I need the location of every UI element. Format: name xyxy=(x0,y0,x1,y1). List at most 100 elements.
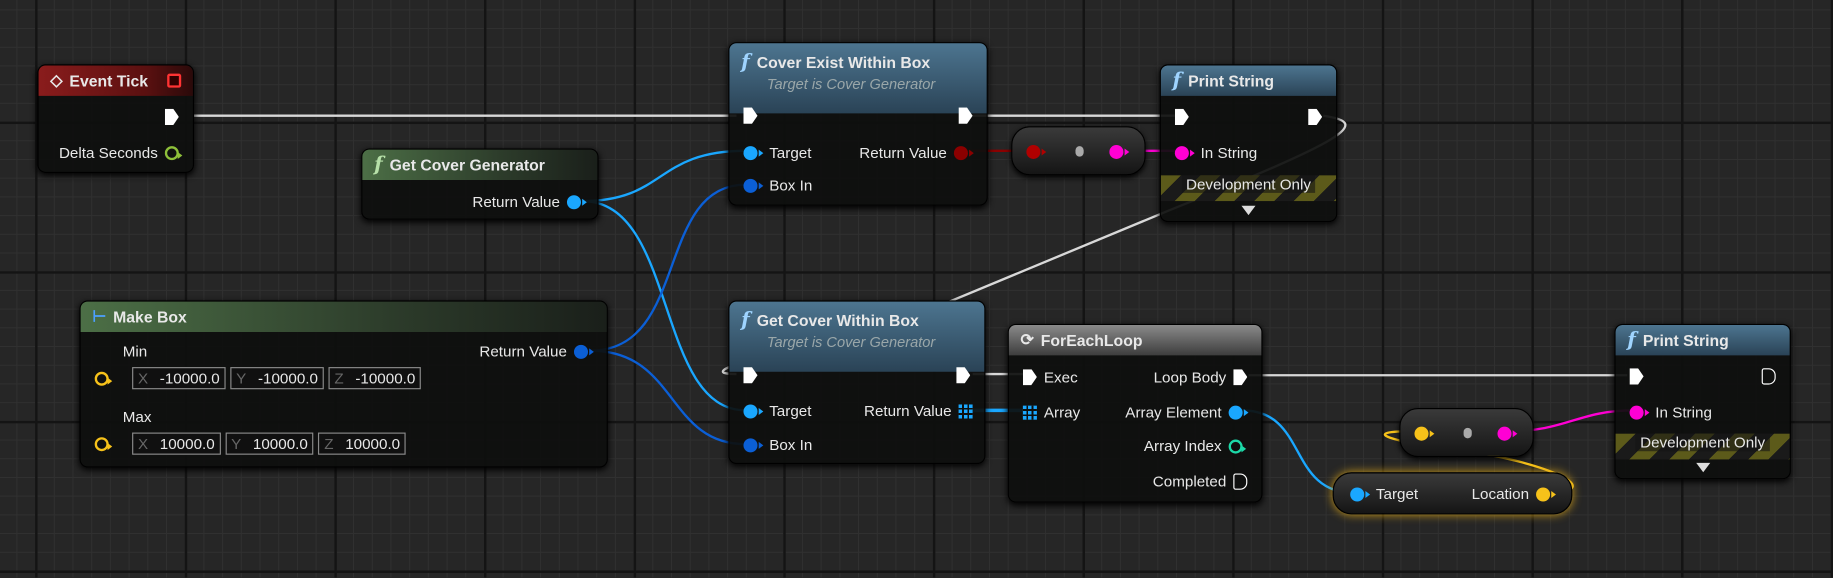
min-x-field[interactable]: X -10000.0 xyxy=(132,367,226,390)
max-z-field[interactable]: Z 10000.0 xyxy=(318,432,406,455)
function-icon: f xyxy=(374,153,383,177)
development-only-banner: Development Only xyxy=(1160,175,1337,202)
pin-label: Target xyxy=(769,143,812,162)
pin-label: Target xyxy=(769,402,812,420)
pin-label: Return Value xyxy=(859,143,947,162)
pin-label: Location xyxy=(1471,485,1530,503)
node-title: ForEachLoop xyxy=(1040,331,1143,349)
completed-pin[interactable] xyxy=(1233,472,1248,490)
expand-arrow-icon[interactable] xyxy=(1241,205,1256,216)
target-pin[interactable] xyxy=(743,145,764,160)
node-title: Make Box xyxy=(113,308,187,326)
exec-in-pin[interactable] xyxy=(1629,368,1644,385)
delta-seconds-pin[interactable] xyxy=(164,145,183,160)
function-icon: f xyxy=(1627,328,1636,352)
development-only-banner: Development Only xyxy=(1615,433,1790,460)
return-value-pin[interactable] xyxy=(566,194,587,209)
function-icon: f xyxy=(741,50,750,74)
exec-out-pin[interactable] xyxy=(1761,368,1776,385)
wire-target-1 xyxy=(582,149,746,203)
box-in-pin[interactable] xyxy=(743,178,764,193)
return-array-pin[interactable] xyxy=(958,403,973,418)
vector-to-string-node[interactable] xyxy=(1399,407,1534,458)
get-cover-within-box-node[interactable]: f Get Cover Within Box Target is Cover Gen… xyxy=(728,300,986,465)
node-title: Get Cover Generator xyxy=(389,156,545,174)
box-in-pin[interactable] xyxy=(743,437,764,452)
pin-label: Target xyxy=(1375,485,1419,503)
make-struct-icon: ⊢ xyxy=(92,307,107,325)
loop-body-pin[interactable] xyxy=(1233,368,1248,386)
array-in-pin[interactable] xyxy=(1022,405,1037,420)
in-string-pin[interactable] xyxy=(1629,405,1650,420)
exec-in-pin[interactable] xyxy=(1174,108,1189,126)
location-pin[interactable] xyxy=(1536,486,1556,501)
expand-arrow-icon[interactable] xyxy=(1695,462,1710,473)
in-string-pin[interactable] xyxy=(1174,145,1195,160)
exec-in-pin[interactable] xyxy=(1022,368,1037,386)
exec-out-pin[interactable] xyxy=(956,367,971,384)
pin-label: In String xyxy=(1655,403,1712,421)
vector-in-pin[interactable] xyxy=(1414,426,1435,441)
max-y-field[interactable]: Y 10000.0 xyxy=(225,432,314,455)
max-x-field[interactable]: X 10000.0 xyxy=(132,432,221,455)
pin-label: Min xyxy=(122,342,148,361)
pin-label: Return Value xyxy=(479,342,567,361)
get-actor-location-node[interactable]: Target Location xyxy=(1332,472,1573,515)
node-title: Print String xyxy=(1642,331,1729,349)
node-title: Get Cover Within Box xyxy=(756,311,919,330)
min-vector-pin[interactable] xyxy=(94,371,113,386)
convert-dot-icon xyxy=(1463,427,1472,439)
node-title: Cover Exist Within Box xyxy=(756,53,931,71)
pin-label: Array Index xyxy=(1143,437,1222,455)
target-pin[interactable] xyxy=(1350,486,1371,501)
target-pin[interactable] xyxy=(743,403,764,418)
print-string-node-2[interactable]: f Print String In String Development Only xyxy=(1614,323,1791,480)
node-subtitle: Target is Cover Generator xyxy=(766,334,936,351)
node-subtitle: Target is Cover Generator xyxy=(766,75,936,93)
node-title: Event Tick xyxy=(69,71,149,90)
array-index-pin[interactable] xyxy=(1228,438,1247,453)
foreach-loop-node[interactable]: ⟳ ForEachLoop Exec Array Loop Body Array … xyxy=(1007,323,1263,503)
bool-in-pin[interactable] xyxy=(1026,144,1047,159)
return-value-pin[interactable] xyxy=(573,344,594,359)
exec-out-pin[interactable] xyxy=(958,107,973,124)
string-out-pin[interactable] xyxy=(1109,144,1130,159)
node-title: Print String xyxy=(1188,71,1275,90)
bool-to-string-node[interactable] xyxy=(1011,126,1146,176)
min-z-field[interactable]: Z -10000.0 xyxy=(328,367,422,390)
convert-dot-icon xyxy=(1075,146,1084,157)
exec-out-pin[interactable] xyxy=(1308,108,1323,126)
make-box-node[interactable]: ⊢ Make Box Min X -10000.0 Y -10000.0 Z -1000… xyxy=(79,300,608,468)
pin-label: Completed xyxy=(1152,472,1227,490)
exec-in-pin[interactable] xyxy=(743,107,758,124)
pin-label: In String xyxy=(1200,143,1258,162)
function-icon: f xyxy=(741,308,750,332)
pin-label: Return Value xyxy=(863,402,952,420)
pin-label: Max xyxy=(122,407,152,426)
event-diamond-icon: ◇ xyxy=(50,71,63,89)
pin-label: Delta Seconds xyxy=(58,143,158,162)
pin-label: Exec xyxy=(1043,368,1078,386)
pin-label: Array xyxy=(1043,403,1081,421)
event-tick-node[interactable]: ◇ Event Tick Delta Seconds xyxy=(37,64,195,174)
exec-in-pin[interactable] xyxy=(743,367,758,384)
wire-box-2 xyxy=(590,349,746,446)
pin-label: Return Value xyxy=(472,192,560,211)
return-bool-pin[interactable] xyxy=(953,145,974,160)
pin-label: Loop Body xyxy=(1153,368,1227,386)
pin-label: Array Element xyxy=(1125,403,1222,421)
min-y-field[interactable]: Y -10000.0 xyxy=(230,367,324,390)
get-cover-generator-node[interactable]: f Get Cover Generator Return Value xyxy=(361,148,599,220)
function-icon: f xyxy=(1172,68,1182,93)
blueprint-graph-canvas[interactable]: ◇ Event Tick Delta Seconds f Get Cover Gen… xyxy=(0,0,1833,578)
cover-exist-within-box-node[interactable]: f Cover Exist Within Box Target is Cover G… xyxy=(728,42,988,206)
breakpoint-icon xyxy=(167,73,182,88)
array-element-pin[interactable] xyxy=(1228,405,1249,420)
pin-label: Box In xyxy=(769,436,813,454)
loop-icon: ⟳ xyxy=(1020,330,1034,349)
string-out-pin[interactable] xyxy=(1497,426,1518,441)
print-string-node-1[interactable]: f Print String In String Development Only xyxy=(1159,64,1338,223)
pin-label: Box In xyxy=(769,176,813,195)
max-vector-pin[interactable] xyxy=(94,436,113,451)
exec-out-pin[interactable] xyxy=(164,108,179,126)
